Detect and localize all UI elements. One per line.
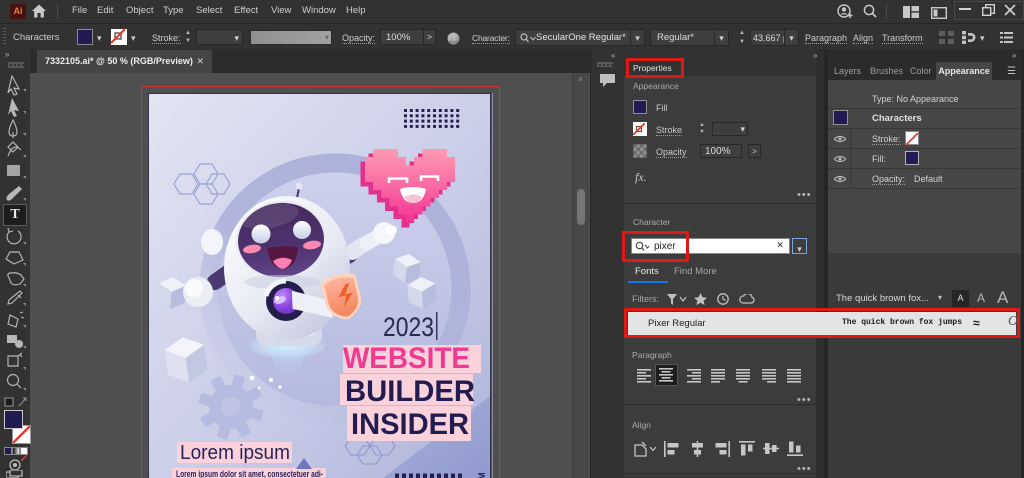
svg-text:M: M	[477, 473, 487, 478]
svg-text:BUILDER: BUILDER	[345, 375, 475, 408]
svg-text:2023: 2023	[383, 312, 434, 342]
svg-text:Lorem ipsum: Lorem ipsum	[180, 442, 290, 464]
svg-text:WEBSITE: WEBSITE	[343, 342, 470, 375]
svg-text:Lorem ipsum dolor sit amet, co: Lorem ipsum dolor sit amet, consectetuer…	[176, 469, 323, 478]
svg-text:INSIDER: INSIDER	[351, 408, 469, 441]
